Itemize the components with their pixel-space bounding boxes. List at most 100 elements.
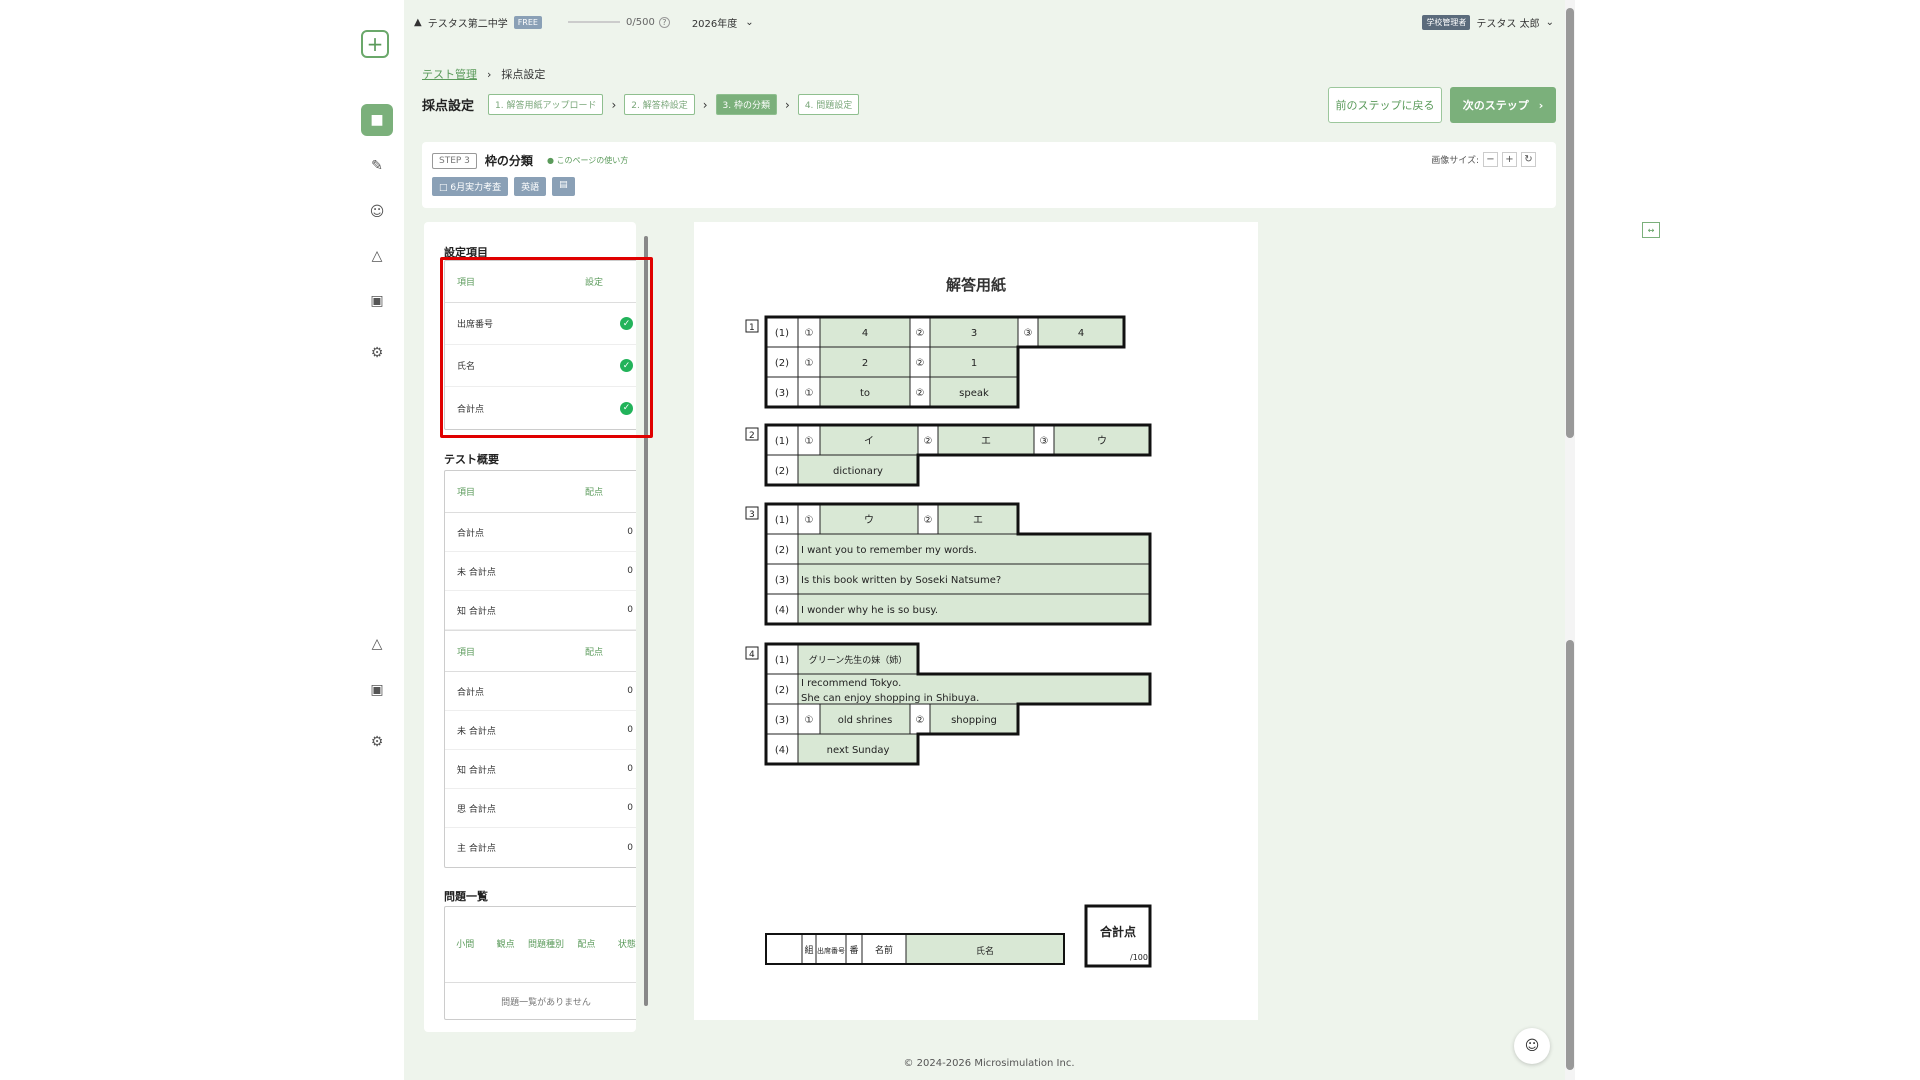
answer-text: 1 (971, 358, 977, 369)
answer-text: エ (973, 515, 983, 526)
test-name-tag: □ 6月実力考査 (432, 177, 509, 196)
name-row-label: 名前 (875, 944, 893, 956)
page-scrollbar[interactable] (1565, 0, 1575, 1080)
pen-icon[interactable]: ✎ (361, 150, 393, 182)
overview-row: 知 合計点 0 (445, 591, 636, 630)
sheet-icon[interactable]: ▤ (552, 177, 575, 196)
role-badge: 学校管理者 (1422, 14, 1471, 30)
chevron-right-icon: › (785, 97, 790, 112)
year-label: 2026年度 (691, 18, 738, 30)
step-1[interactable]: 1. 解答用紙アップロード (488, 94, 604, 115)
overview-value: 0 (627, 803, 633, 813)
school-icon: ▲ (414, 16, 422, 28)
svg-text:①: ① (805, 358, 814, 369)
overview-row: 主 合計点 0 (445, 828, 636, 867)
graduation-cap-icon[interactable]: △ (361, 628, 393, 660)
answer-text: to (860, 388, 870, 399)
zoom-in-button[interactable]: + (1502, 152, 1517, 167)
svg-text:(1): (1) (775, 515, 789, 526)
col-subquestion[interactable]: 小問 (445, 939, 485, 951)
add-icon[interactable]: + (361, 30, 389, 58)
answer-text: 2 (862, 358, 868, 369)
svg-text:(1): (1) (775, 328, 789, 339)
svg-text:②: ② (916, 388, 925, 399)
help-link-label: このページの使い方 (556, 156, 629, 165)
graduation-cap-icon[interactable]: △ (361, 240, 393, 272)
step-4[interactable]: 4. 問題設定 (797, 94, 860, 115)
answer-text: old shrines (838, 715, 893, 726)
svg-text:(2): (2) (775, 545, 789, 556)
side-rail: + ■ ✎ ☺ △ ▣ ⚙ △ ▣ ⚙ (0, 0, 404, 1080)
svg-text:③: ③ (1040, 436, 1049, 447)
answer-text: ウ (864, 514, 874, 526)
id-card-icon[interactable]: ▣ (361, 674, 393, 706)
svg-text:①: ① (805, 515, 814, 526)
answer-text: I recommend Tokyo. (801, 678, 901, 689)
chat-support-icon[interactable]: ☺ (1514, 1028, 1550, 1064)
svg-text:①: ① (805, 715, 814, 726)
breadcrumb: テスト管理 › 採点設定 (422, 66, 545, 82)
expand-icon[interactable]: ↔ (1642, 222, 1660, 238)
step-2[interactable]: 2. 解答枠設定 (624, 94, 695, 115)
zoom-label: 画像サイズ: (1431, 156, 1479, 166)
overview-value: 0 (627, 566, 633, 576)
svg-text:②: ② (916, 715, 925, 726)
svg-text:①: ① (805, 328, 814, 339)
main-area: ▲ テスタス第二中学 FREE 0/500 ? 2026年度 ⌄ 学校管理者 テ… (404, 0, 1660, 1080)
prev-step-button[interactable]: 前のステップに戻る (1328, 87, 1442, 123)
zoom-out-button[interactable]: − (1483, 152, 1498, 167)
answer-text: She can enjoy shopping in Shibuya. (801, 693, 979, 704)
user-menu[interactable]: 学校管理者 テスタス 太郎 ⌄ (1422, 14, 1564, 30)
next-step-label: 次のステップ (1462, 99, 1529, 112)
school-selector[interactable]: ▲ テスタス第二中学 FREE (414, 15, 542, 30)
top-bar: ▲ テスタス第二中学 FREE 0/500 ? 2026年度 ⌄ 学校管理者 テ… (404, 0, 1574, 44)
col-viewpoint[interactable]: 観点 (485, 939, 525, 951)
svg-text:①: ① (805, 436, 814, 447)
step-title: 枠の分類 (484, 154, 533, 168)
col-status[interactable]: 状態 (607, 939, 636, 951)
name-row-label: 番 (849, 944, 858, 956)
users-icon[interactable]: ☺ (361, 196, 393, 228)
overview-label: 主 合計点 (457, 844, 496, 854)
overview-label: 知 合計点 (457, 765, 496, 776)
year-selector[interactable]: 2026年度 ⌄ (692, 15, 754, 30)
svg-text:(3): (3) (775, 715, 789, 726)
gear-icon[interactable]: ⚙ (361, 726, 393, 758)
overview-value: 0 (627, 605, 633, 615)
chevron-right-icon: › (611, 97, 617, 112)
overview-value: 0 (627, 842, 633, 853)
document-icon[interactable]: ■ (361, 104, 393, 136)
svg-text:(2): (2) (775, 466, 789, 477)
name-row-label: 氏名 (976, 945, 994, 957)
help-icon[interactable]: ? (658, 16, 670, 28)
chevron-down-icon: ⌄ (745, 16, 754, 28)
answer-text: ウ (1097, 435, 1107, 447)
overview-value: 0 (627, 764, 633, 774)
overview-header[interactable]: テスト概要 ⌃ (444, 451, 636, 467)
overview-label: 合計点 (457, 528, 485, 539)
svg-text:(2): (2) (775, 358, 789, 369)
answer-text: グリーン先生の妹（姉） (809, 654, 908, 666)
col-points[interactable]: 配点 (566, 939, 606, 951)
step-info-panel: STEP 3 枠の分類 ● このページの使い方 □ 6月実力考査 英語 ▤ 画像… (422, 142, 1556, 208)
breadcrumb-link-test-management[interactable]: テスト管理 (422, 66, 477, 82)
page-help-link[interactable]: ● このページの使い方 (547, 155, 628, 166)
col-points: 配点 (585, 488, 604, 498)
id-card-icon[interactable]: ▣ (361, 285, 393, 317)
svg-text:②: ② (924, 436, 933, 447)
questions-table: 小問 観点 問題種別 配点 状態 問題一覧がありません (444, 906, 636, 1020)
step-3[interactable]: 3. 枠の分類 (715, 94, 777, 115)
next-step-button[interactable]: 次のステップ › (1450, 87, 1556, 123)
questions-header[interactable]: 問題一覧 ⌃ (444, 888, 636, 904)
highlight-box (440, 257, 653, 438)
svg-text:3: 3 (749, 510, 755, 520)
svg-text:①: ① (805, 388, 814, 399)
zoom-reset-button[interactable]: ↻ (1521, 152, 1536, 167)
gear-icon[interactable]: ⚙ (361, 337, 393, 369)
overview-label: 知 合計点 (457, 606, 496, 617)
answer-text: 4 (862, 328, 868, 339)
svg-text:(3): (3) (775, 388, 789, 399)
col-question-type[interactable]: 問題種別 (526, 939, 566, 951)
answer-text: dictionary (833, 466, 883, 477)
usage-progress-bar (567, 21, 620, 23)
